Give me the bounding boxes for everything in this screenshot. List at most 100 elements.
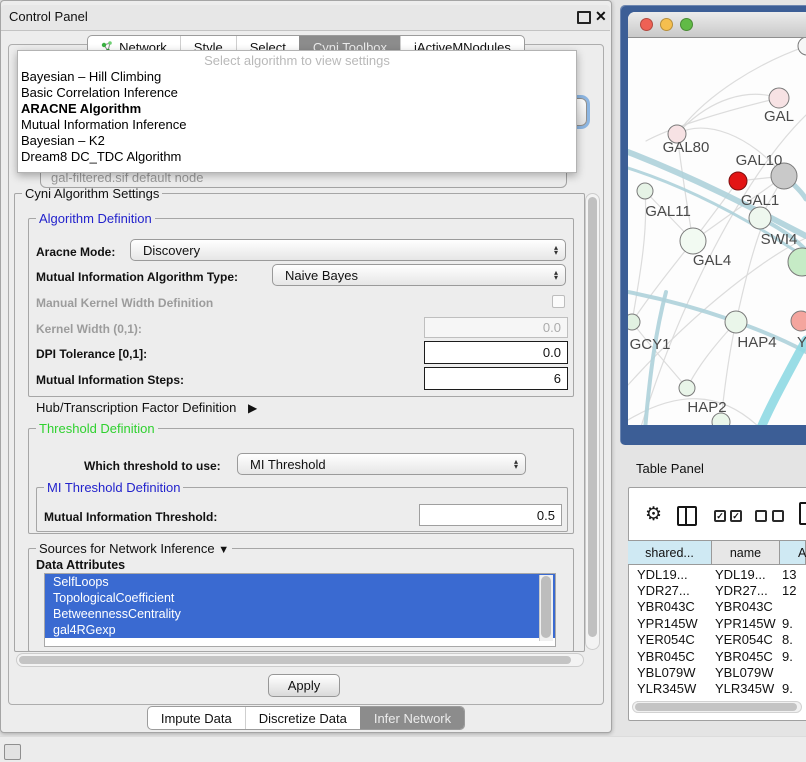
network-node-gal4[interactable] — [680, 228, 706, 254]
network-node[interactable] — [729, 172, 747, 190]
mi-steps-field[interactable]: 6 — [424, 367, 568, 390]
table-cell: YBL079W — [712, 665, 780, 680]
mi-algorithm-type-combobox[interactable]: Naive Bayes ▴▾ — [272, 264, 566, 286]
table-cell: YER054C — [712, 632, 780, 647]
network-node-gal[interactable] — [769, 88, 789, 108]
unchecked-checkbox-icon[interactable] — [772, 510, 784, 522]
node-label: GAL10 — [736, 152, 783, 169]
node-label: Y — [797, 334, 806, 351]
settings-vertical-scrollbar[interactable] — [585, 193, 600, 650]
table-cell: 13 — [780, 567, 806, 582]
attribute-item-topologicalcoefficient[interactable]: TopologicalCoefficient — [45, 590, 555, 606]
network-node-hap2[interactable] — [679, 380, 695, 396]
network-edge — [632, 322, 687, 388]
aracne-mode-combobox[interactable]: Discovery ▴▾ — [130, 239, 566, 261]
network-node-gal11[interactable] — [637, 183, 653, 199]
manual-kernel-width-checkbox[interactable] — [552, 295, 565, 308]
network-node-gal1[interactable] — [749, 207, 771, 229]
tab-infer-network[interactable]: Infer Network — [360, 707, 464, 729]
algorithm-option-aracne-algorithm[interactable]: ARACNE Algorithm — [21, 101, 571, 117]
cyni-mode-tabbar: Impute Data Discretize Data Infer Network — [0, 706, 612, 730]
mi-threshold-field[interactable]: 0.5 — [419, 504, 562, 526]
algorithm-option-dream8-dc-tdc-algorithm[interactable]: Dream8 DC_TDC Algorithm — [21, 149, 571, 165]
table-cell: 9. — [780, 649, 806, 664]
hub-definition-toggle[interactable]: Hub/Transcription Factor Definition ▶ — [36, 400, 257, 415]
manual-kernel-width-label: Manual Kernel Width Definition — [36, 296, 213, 310]
unchecked-checkbox-icon[interactable] — [755, 510, 767, 522]
node-label: GAL4 — [693, 252, 731, 269]
node-label: GAL — [764, 108, 794, 125]
which-threshold-combobox[interactable]: MI Threshold ▴▾ — [237, 453, 526, 475]
column-header-shared-name[interactable]: shared... — [628, 540, 712, 565]
attribute-item-selfloops[interactable]: SelfLoops — [45, 574, 555, 590]
algorithm-option-mutual-information-inference[interactable]: Mutual Information Inference — [21, 117, 571, 133]
table-cell: YPR145W — [628, 616, 712, 631]
sources-title[interactable]: Sources for Network Inference ▼ — [36, 541, 232, 556]
tab-impute-data[interactable]: Impute Data — [148, 707, 245, 729]
table-cell: YBR043C — [712, 599, 780, 614]
minimize-traffic-light[interactable] — [660, 18, 673, 31]
apply-button[interactable]: Apply — [268, 674, 340, 697]
table-cell: YBR043C — [628, 599, 712, 614]
node-label: GAL11 — [645, 203, 691, 220]
settings-horizontal-scrollbar[interactable] — [16, 653, 584, 667]
close-traffic-light[interactable] — [640, 18, 653, 31]
checked-checkbox-icon[interactable]: ✓ — [714, 510, 726, 522]
network-edge — [646, 98, 779, 141]
document-icon[interactable] — [799, 502, 806, 525]
attributes-scrollbar[interactable] — [539, 575, 553, 641]
tab-discretize-data[interactable]: Discretize Data — [245, 707, 360, 729]
table-row[interactable]: YBR043CYBR043C — [628, 599, 806, 615]
screen: Control Panel ✕ gal-filtered.sif default… — [0, 0, 806, 762]
node-label: SWI4 — [761, 231, 798, 248]
table-row[interactable]: YLR345WYLR345W9. — [628, 681, 806, 697]
table-cell: YDR27... — [712, 583, 780, 598]
mi-threshold-definition-title: MI Threshold Definition — [44, 480, 183, 495]
column-header-name[interactable]: name — [712, 540, 780, 565]
gear-icon[interactable]: ⚙ — [645, 503, 662, 526]
network-canvas[interactable]: GALGAL80GAL10GAL1GAL11SWI4GAL4GCY1HAP4YH… — [628, 38, 806, 425]
algorithm-option-bayesian-k2[interactable]: Bayesian – K2 — [21, 133, 571, 149]
scrollbar-thumb[interactable] — [541, 576, 551, 638]
data-attributes-list[interactable]: SelfLoopsTopologicalCoefficientBetweenne… — [44, 573, 556, 647]
column-header-partial[interactable]: A — [780, 540, 806, 565]
float-window-icon[interactable] — [577, 11, 591, 24]
dpi-tolerance-label: DPI Tolerance [0,1]: — [36, 347, 147, 361]
table-panel-title: Table Panel — [636, 461, 704, 476]
checked-checkbox-icon[interactable]: ✓ — [730, 510, 742, 522]
attribute-item-betweennesscentrality[interactable]: BetweennessCentrality — [45, 606, 555, 622]
scrollbar-thumb[interactable] — [588, 197, 597, 637]
zoom-traffic-light[interactable] — [680, 18, 693, 31]
table-horizontal-scrollbar[interactable] — [632, 701, 802, 713]
algorithm-option-basic-correlation-inference[interactable]: Basic Correlation Inference — [21, 85, 571, 101]
network-edge — [760, 340, 806, 425]
status-strip — [0, 736, 806, 762]
dpi-tolerance-field[interactable]: 0.0 — [424, 341, 568, 364]
network-node-gcy1[interactable] — [628, 314, 640, 330]
attribute-item-gal4rgexp[interactable]: gal4RGexp — [45, 622, 555, 638]
network-edge — [736, 229, 761, 322]
mi-algorithm-type-label: Mutual Information Algorithm Type: — [36, 270, 238, 284]
close-icon[interactable]: ✕ — [595, 8, 607, 25]
table-row[interactable]: YPR145WYPR145W9. — [628, 615, 806, 631]
scrollbar-thumb[interactable] — [635, 703, 797, 711]
kernel-width-field[interactable]: 0.0 — [424, 317, 568, 338]
network-node-swi4[interactable] — [788, 248, 806, 276]
node-label: HAP4 — [737, 334, 776, 351]
node-label: GCY1 — [630, 336, 671, 353]
stepper-arrows-icon: ▴▾ — [514, 459, 525, 469]
algorithm-option-bayesian-hill-climbing[interactable]: Bayesian – Hill Climbing — [21, 69, 571, 85]
table-row[interactable]: YDL19...YDL19...13 — [628, 566, 806, 582]
network-node-y[interactable] — [791, 311, 806, 331]
tab-label: Discretize Data — [259, 711, 347, 726]
table-row[interactable]: YDR27...YDR27...12 — [628, 582, 806, 598]
network-edge — [645, 292, 666, 425]
scrollbar-thumb[interactable] — [19, 656, 571, 664]
collapsed-panel-icon[interactable] — [4, 744, 21, 760]
network-node-hap4[interactable] — [725, 311, 747, 333]
split-columns-icon[interactable] — [677, 506, 697, 526]
table-row[interactable]: YBL079WYBL079W — [628, 664, 806, 680]
network-node[interactable] — [798, 38, 806, 55]
table-row[interactable]: YER054CYER054C8. — [628, 632, 806, 648]
table-row[interactable]: YBR045CYBR045C9. — [628, 648, 806, 664]
